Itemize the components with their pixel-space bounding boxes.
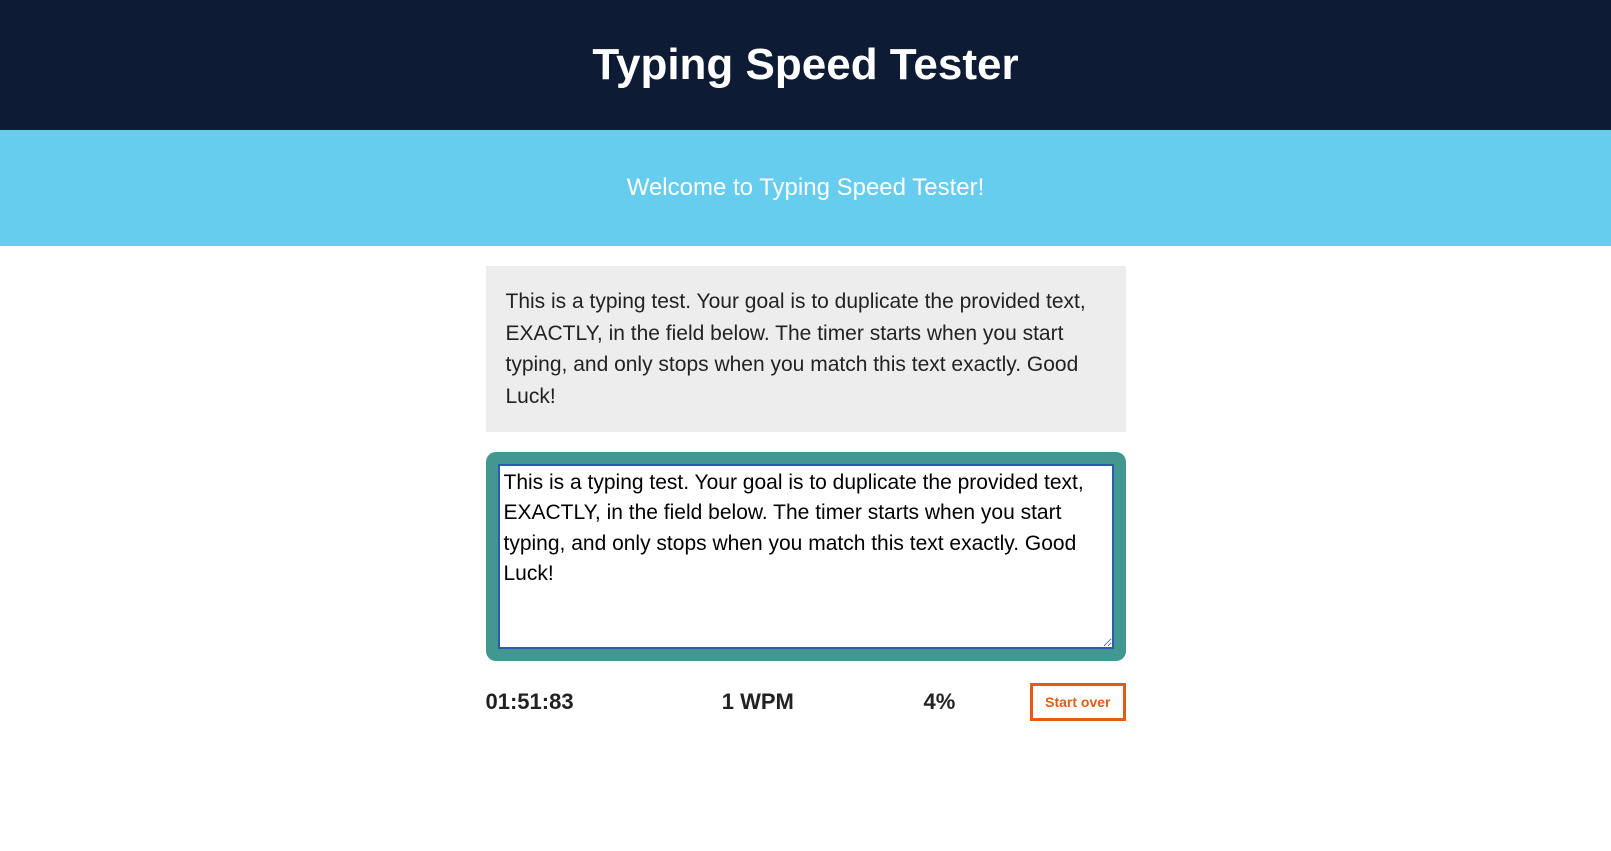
typing-area-wrapper [486,452,1126,661]
start-over-container: Start over [1030,683,1125,721]
instructions-box: This is a typing test. Your goal is to d… [486,266,1126,432]
typing-input[interactable] [498,464,1114,649]
app-header: Typing Speed Tester [0,0,1611,130]
stats-row: 01:51:83 1 WPM 4% Start over [486,683,1126,721]
timer-display: 01:51:83 [486,689,668,715]
app-title: Typing Speed Tester [20,40,1591,90]
welcome-message: Welcome to Typing Speed Tester! [627,174,985,201]
start-over-button[interactable]: Start over [1030,683,1125,721]
accuracy-display: 4% [849,689,1031,715]
instructions-text: This is a typing test. Your goal is to d… [506,290,1086,408]
main-container: This is a typing test. Your goal is to d… [486,246,1126,741]
welcome-banner: Welcome to Typing Speed Tester! [0,130,1611,246]
wpm-display: 1 WPM [667,689,849,715]
